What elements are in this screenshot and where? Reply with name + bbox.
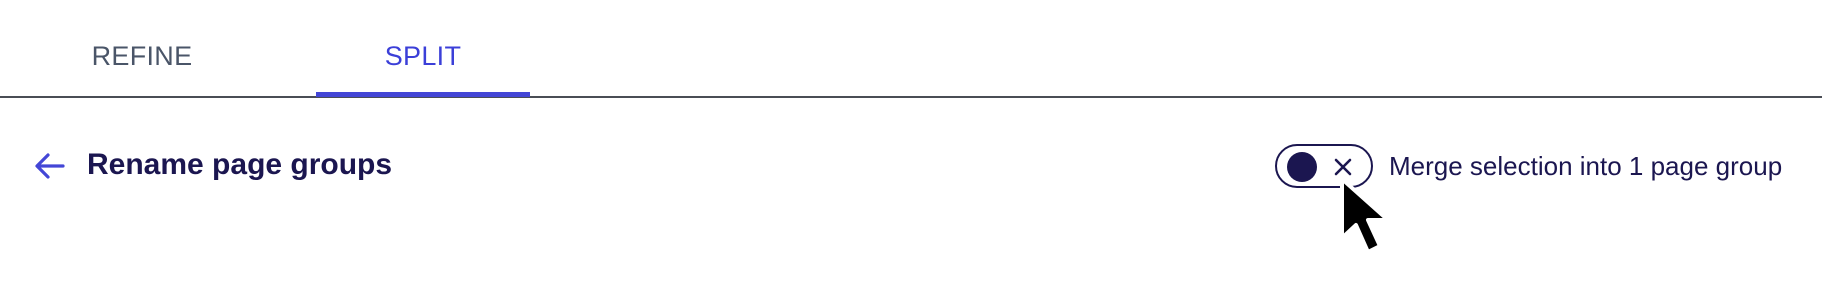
tab-split[interactable]: SPLIT (316, 0, 530, 96)
tab-refine[interactable]: REFINE (54, 0, 230, 96)
active-tab-indicator (316, 92, 530, 97)
merge-toggle-label: Merge selection into 1 page group (1389, 151, 1783, 181)
tab-bar: REFINE SPLIT (0, 0, 1822, 98)
toggle-knob (1287, 152, 1317, 182)
page-title: Rename page groups (87, 148, 393, 181)
back-button[interactable] (32, 148, 68, 184)
page-group-header: Rename page groups Merge selection into … (0, 130, 1822, 202)
mouse-pointer-icon (1340, 177, 1390, 254)
arrow-left-icon (35, 153, 65, 179)
